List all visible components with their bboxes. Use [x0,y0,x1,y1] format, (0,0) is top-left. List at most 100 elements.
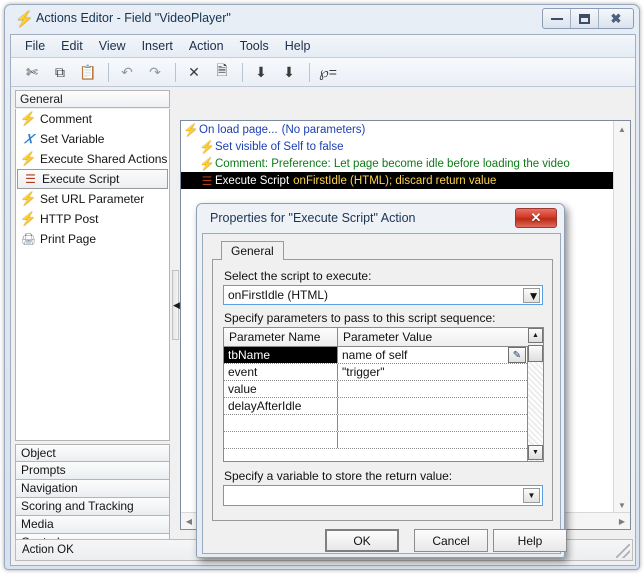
minimize-icon[interactable] [543,9,571,28]
return-variable-combobox[interactable]: ▼ [223,485,543,506]
column-header-parameter-value[interactable]: Parameter Value [338,328,528,346]
action-list-vertical-scrollbar[interactable]: ▲ ▼ [613,121,630,513]
scrollbar-thumb[interactable] [528,345,543,362]
table-row[interactable] [224,415,543,432]
table-row[interactable]: value [224,381,543,398]
palette-item-http-post[interactable]: ⚡ HTTP Post [16,209,169,229]
cell-parameter-value[interactable] [338,398,528,414]
action-row-text: Set visible of Self to false [215,140,344,153]
table-row[interactable]: event "trigger" [224,364,543,381]
action-row-params: onFirstIdle (HTML); discard return value [293,174,497,187]
ok-button[interactable]: OK [325,529,399,552]
resize-grip-icon[interactable] [616,544,630,558]
palette-category-navigation[interactable]: Navigation [15,480,170,498]
menu-item-help[interactable]: Help [277,37,319,55]
table-row[interactable] [224,432,543,449]
parameters-grid-header: Parameter Name Parameter Value [224,328,543,347]
cell-parameter-name[interactable]: delayAfterIdle [224,398,338,414]
toolbar: ✄ ⧉ 📋 ↶ ↷ ✕ 🗎 ⬇ ⬇ ℘= [11,58,635,87]
scroll-up-arrow-icon[interactable]: ▲ [614,121,630,137]
script-select-combobox[interactable]: onFirstIdle (HTML) ▼ [223,285,543,305]
palette-item-print-page[interactable]: 🖨 Print Page [16,229,169,249]
action-row-comment[interactable]: ⚡ Comment: Preference: Let page become i… [181,155,613,172]
scroll-down-arrow-icon[interactable]: ▼ [528,445,543,460]
chevron-down-icon[interactable]: ▼ [523,288,540,303]
column-header-parameter-name[interactable]: Parameter Name [224,328,338,346]
palette-category-object[interactable]: Object [15,444,170,462]
move-down-icon[interactable]: ⬇ [276,60,302,84]
scroll-left-arrow-icon[interactable]: ◀ [181,513,197,529]
dialog-close-icon[interactable]: ✕ [515,208,557,228]
palette-category-scoring-and-tracking[interactable]: Scoring and Tracking [15,498,170,516]
cell-parameter-name[interactable] [224,415,338,431]
collapse-left-arrow-icon[interactable]: ◀ [173,300,180,311]
cut-icon[interactable]: ✄ [19,60,45,84]
palette-item-set-url-parameter[interactable]: ⚡ Set URL Parameter [16,189,169,209]
variables-icon[interactable]: ℘= [315,60,341,84]
properties-icon[interactable]: 🗎 [209,60,235,84]
delete-icon[interactable]: ✕ [181,60,207,84]
palette-item-execute-script[interactable]: ☰ Execute Script [17,169,168,189]
palette-category-media[interactable]: Media [15,516,170,534]
table-row[interactable]: tbName name of self ✎ [224,347,543,364]
action-row-on-load-page[interactable]: ⚡ On load page... (No parameters) [181,121,613,138]
palette-item-set-variable[interactable]: 𝑋 Set Variable [16,129,169,149]
window-caption-buttons: ✖ [542,8,634,29]
execute-script-properties-dialog: Properties for "Execute Script" Action ✕… [196,203,567,558]
edit-value-button[interactable]: ✎ [508,347,526,363]
window-title: Actions Editor - Field "VideoPlayer" [36,11,231,25]
cancel-button[interactable]: Cancel [414,529,488,552]
redo-icon[interactable]: ↷ [142,60,168,84]
lightning-bolt-icon: ⚡ [20,111,37,126]
palette-category-stack: Object Prompts Navigation Scoring and Tr… [15,444,170,552]
toolbar-separator [175,62,176,82]
lightning-bolt-icon: ⚡ [183,122,199,137]
window-title-bar[interactable]: ⚡ Actions Editor - Field "VideoPlayer" ✖ [5,5,639,35]
cell-parameter-value[interactable] [338,432,528,448]
help-button[interactable]: Help [493,529,567,552]
cell-parameter-value[interactable]: "trigger" [338,364,528,380]
action-row-text: Execute Script [215,174,290,187]
scroll-up-arrow-icon[interactable]: ▲ [528,328,543,343]
menu-item-file[interactable]: File [17,37,53,55]
palette-action-list[interactable]: ⚡ Comment 𝑋 Set Variable ⚡ Execute Share… [15,109,170,441]
action-row-set-visible[interactable]: ⚡ Set visible of Self to false [181,138,613,155]
dialog-tab-pane: Select the script to execute: onFirstIdl… [212,259,553,521]
parameters-grid[interactable]: Parameter Name Parameter Value tbName na… [223,327,544,462]
palette-item-label: Set Variable [40,132,105,146]
scroll-down-arrow-icon[interactable]: ▼ [614,497,630,513]
cell-parameter-value[interactable] [338,381,528,397]
action-row-execute-script[interactable]: ☰ Execute Script onFirstIdle (HTML); dis… [181,172,613,189]
cell-value-text: name of self [342,348,408,362]
maximize-icon[interactable] [571,9,599,28]
menu-item-action[interactable]: Action [181,37,232,55]
cell-parameter-name[interactable] [224,432,338,448]
panel-splitter[interactable]: ◀ [172,120,180,530]
menu-item-insert[interactable]: Insert [134,37,181,55]
tab-general[interactable]: General [221,241,284,260]
parameters-grid-scrollbar[interactable]: ▲ ▼ [527,328,543,461]
cell-parameter-name[interactable]: value [224,381,338,397]
paste-icon[interactable]: 📋 [75,60,101,84]
undo-icon[interactable]: ↶ [114,60,140,84]
move-up-icon[interactable]: ⬇ [248,60,274,84]
table-row[interactable]: delayAfterIdle [224,398,543,415]
cell-parameter-name[interactable]: event [224,364,338,380]
cell-parameter-value[interactable] [338,415,528,431]
menu-item-edit[interactable]: Edit [53,37,91,55]
palette-category-prompts[interactable]: Prompts [15,462,170,480]
close-icon[interactable]: ✖ [599,9,633,28]
palette-item-execute-shared-actions[interactable]: ⚡ Execute Shared Actions [16,149,169,169]
chevron-down-icon[interactable]: ▼ [523,488,540,503]
copy-icon[interactable]: ⧉ [47,60,73,84]
toolbar-separator [309,62,310,82]
menu-item-view[interactable]: View [91,37,134,55]
dialog-body: General Select the script to execute: on… [202,233,567,554]
menu-item-tools[interactable]: Tools [232,37,277,55]
palette-item-label: Execute Shared Actions [40,152,168,166]
scroll-right-arrow-icon[interactable]: ▶ [614,513,630,529]
lightning-bolt-icon: ⚡ [20,191,37,206]
cell-parameter-name[interactable]: tbName [224,347,338,363]
palette-item-comment[interactable]: ⚡ Comment [16,109,169,129]
cell-parameter-value[interactable]: name of self ✎ [338,347,528,363]
